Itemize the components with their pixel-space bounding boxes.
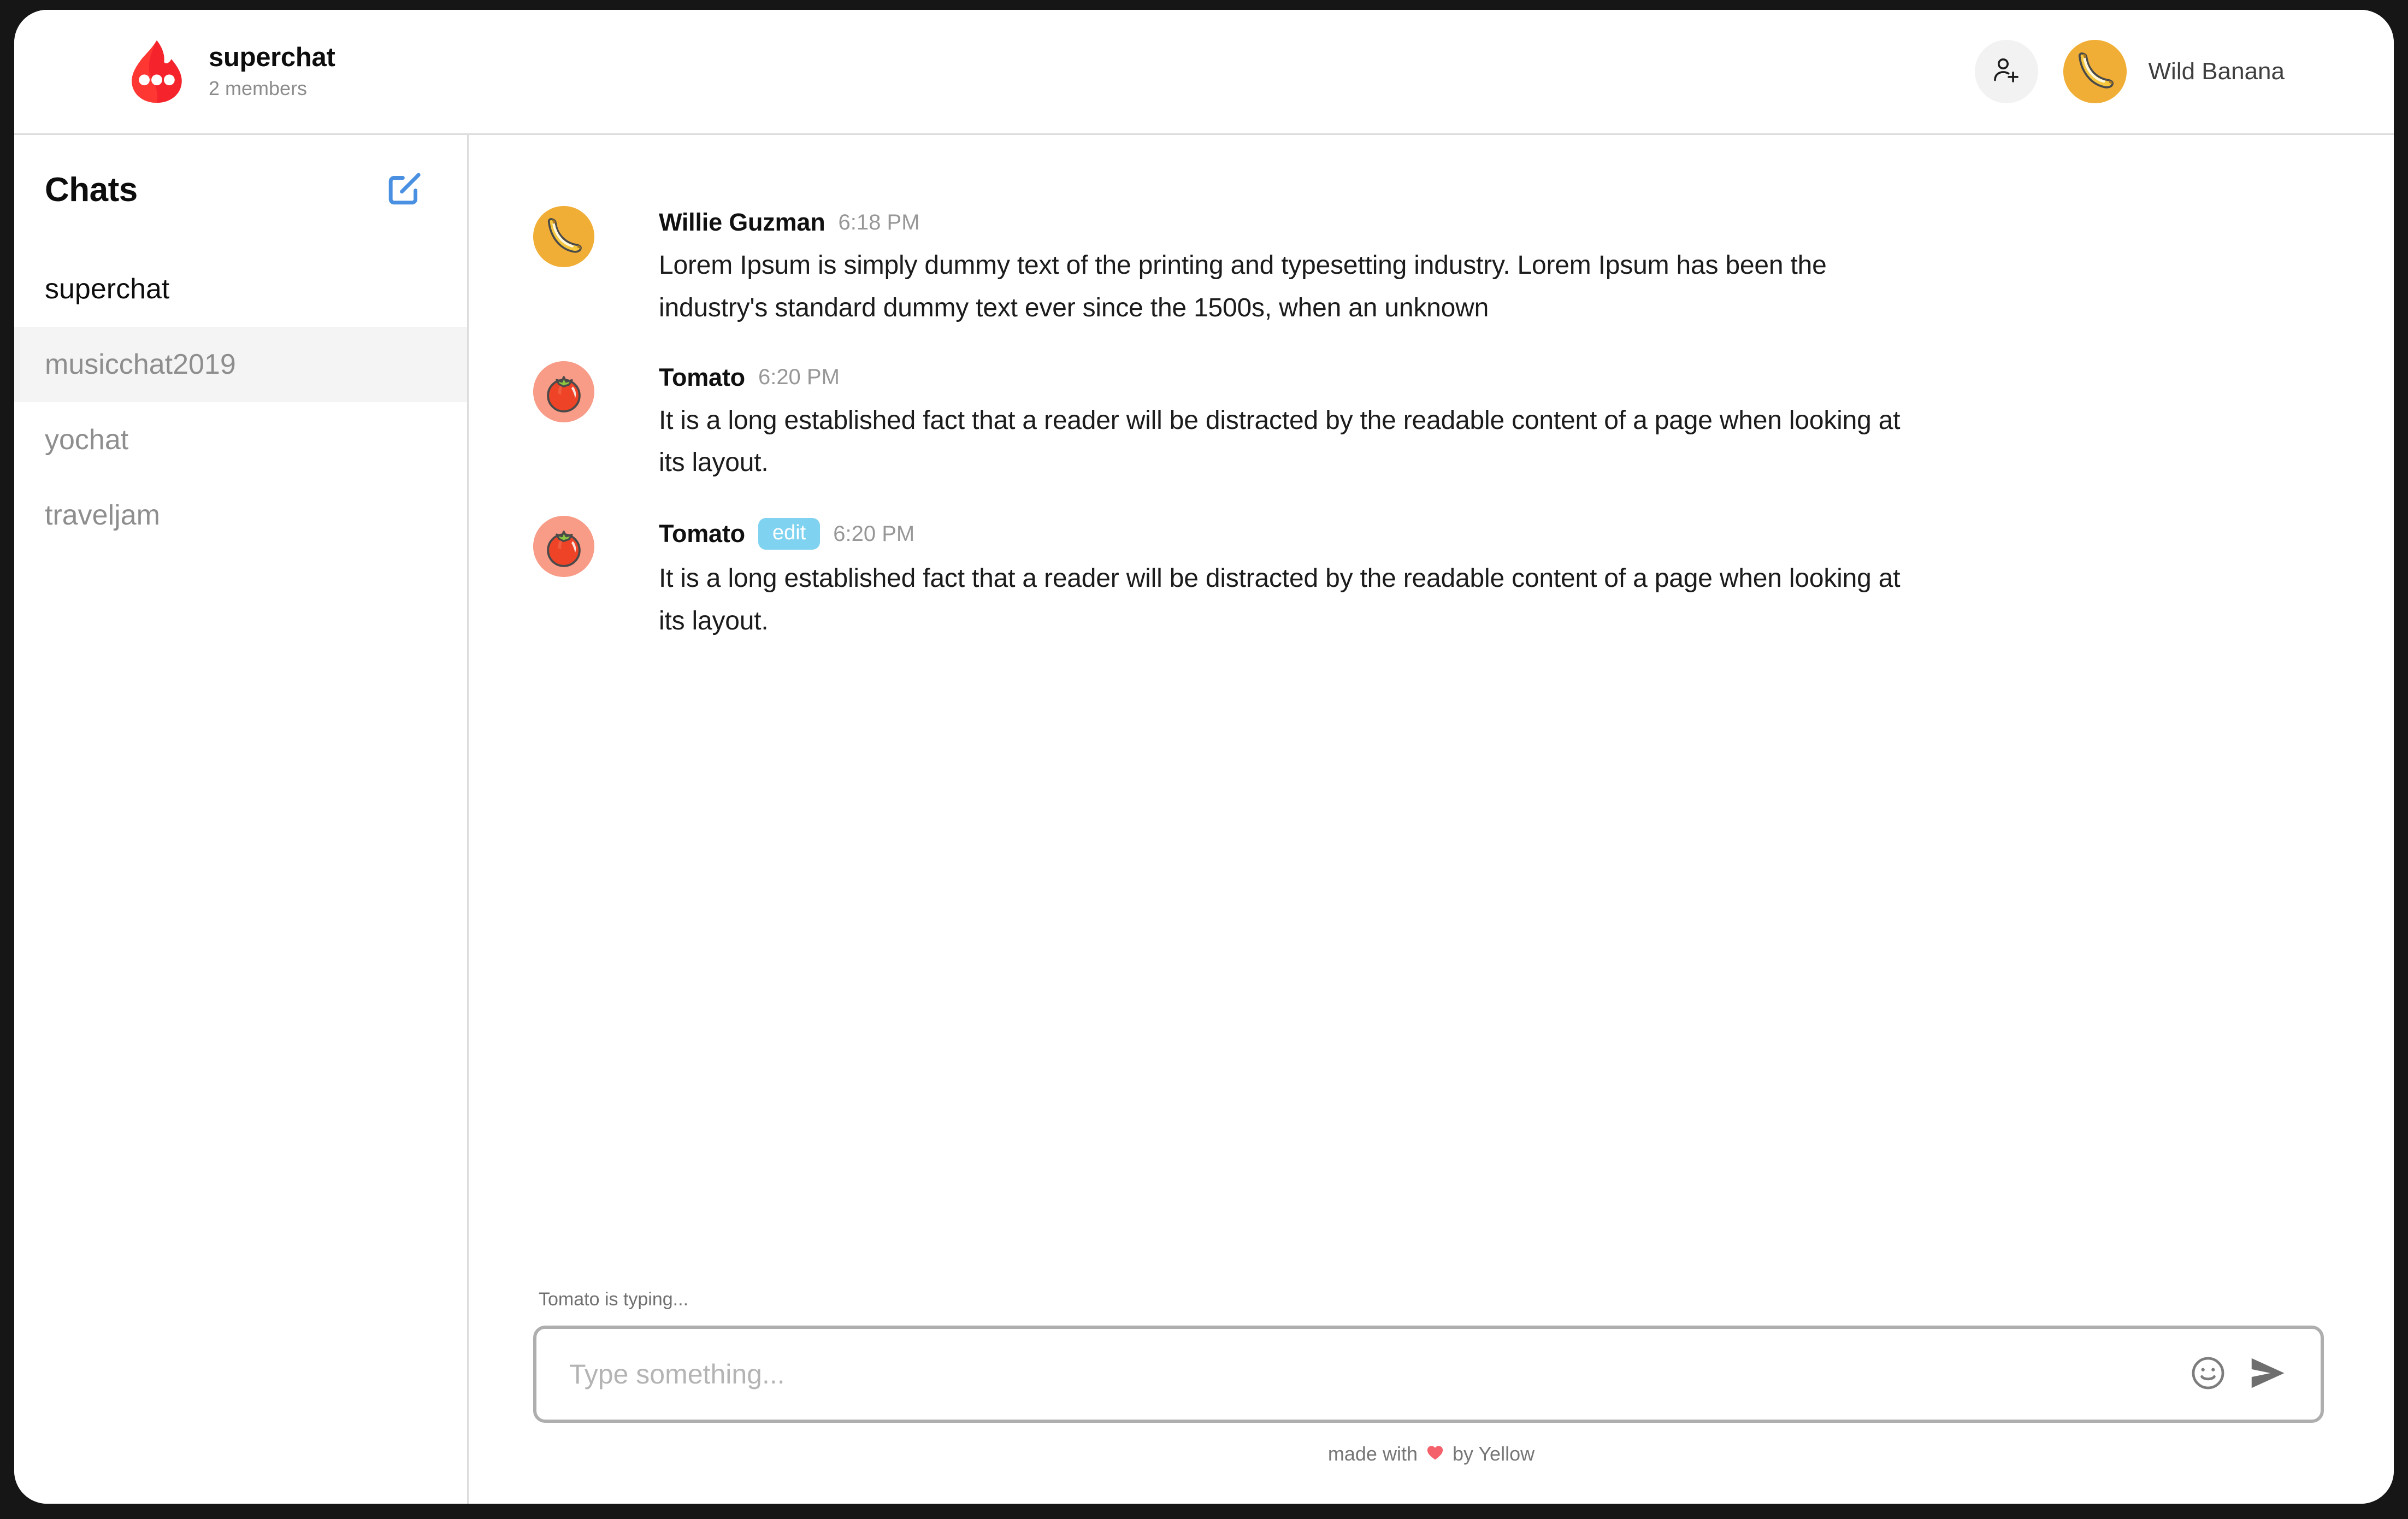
workspace-text: superchat 2 members: [209, 42, 335, 102]
chat-item-label: musicchat2019: [45, 349, 236, 380]
message-item: Tomato 6:20 PM It is a long established …: [469, 361, 2394, 485]
message-body: Tomato 6:20 PM It is a long established …: [616, 361, 2323, 485]
message-list: Willie Guzman 6:18 PM Lorem Ipsum is sim…: [469, 135, 2394, 1289]
message-avatar: [533, 206, 616, 329]
current-user-chip[interactable]: Wild Banana: [2063, 40, 2285, 103]
banana-avatar: [533, 206, 616, 267]
message-avatar: [533, 516, 616, 643]
workspace-brand: superchat 2 members: [123, 38, 335, 105]
chat-item-label: traveljam: [45, 499, 160, 531]
sidebar-item-yochat[interactable]: yochat: [14, 402, 467, 478]
message-author: Willie Guzman: [659, 208, 825, 236]
heart-icon: [1425, 1443, 1445, 1462]
workspace-title: superchat: [209, 42, 335, 72]
composer-box[interactable]: [533, 1326, 2324, 1423]
edit-badge[interactable]: edit: [758, 518, 821, 550]
composer: Tomato is typing...: [469, 1289, 2394, 1423]
app-body: Chats superchat musicchat2019 yochat tra…: [14, 135, 2394, 1504]
message-body: Willie Guzman 6:18 PM Lorem Ipsum is sim…: [616, 206, 2323, 329]
compose-button[interactable]: [385, 169, 424, 211]
send-icon: [2246, 1352, 2289, 1397]
sidebar-header: Chats: [14, 135, 467, 211]
message-author: Tomato: [659, 363, 745, 391]
message-time: 6:18 PM: [838, 210, 920, 234]
message-text: Lorem Ipsum is simply dummy text of the …: [659, 251, 1827, 322]
chat-list: superchat musicchat2019 yochat traveljam: [14, 251, 467, 553]
send-button[interactable]: [2246, 1352, 2289, 1397]
chat-item-label: yochat: [45, 424, 129, 456]
message-item: Willie Guzman 6:18 PM Lorem Ipsum is sim…: [469, 206, 2394, 329]
tomato-avatar: [533, 516, 616, 577]
message-item: Tomato edit 6:20 PM It is a long establi…: [469, 516, 2394, 643]
sidebar-title: Chats: [45, 171, 138, 209]
chats-sidebar: Chats superchat musicchat2019 yochat tra…: [14, 135, 469, 1504]
typing-indicator: Tomato is typing...: [539, 1289, 689, 1310]
message-text: It is a long established fact that a rea…: [659, 405, 1901, 478]
person-add-icon: [1991, 55, 2022, 89]
footer-by: by Yellow: [1452, 1443, 1535, 1465]
current-user-name: Wild Banana: [2148, 58, 2285, 85]
tomato-avatar: [533, 361, 616, 422]
banana-avatar: [2063, 40, 2127, 103]
message-meta: Tomato 6:20 PM: [659, 363, 2323, 392]
app-window: superchat 2 members Wild Banana Chats su…: [14, 10, 2394, 1504]
smiley-icon: [2188, 1353, 2228, 1396]
compose-icon: [385, 169, 424, 211]
workspace-member-count: 2 members: [209, 76, 308, 99]
sidebar-item-musicchat2019[interactable]: musicchat2019: [14, 327, 467, 402]
emoji-button[interactable]: [2188, 1353, 2228, 1396]
message-body: Tomato edit 6:20 PM It is a long establi…: [616, 516, 2323, 643]
app-header: superchat 2 members Wild Banana: [14, 10, 2394, 135]
message-time: 6:20 PM: [758, 365, 840, 389]
message-time: 6:20 PM: [833, 521, 915, 546]
message-avatar: [533, 361, 616, 485]
sidebar-item-superchat[interactable]: superchat: [14, 251, 467, 327]
device-bezel: superchat 2 members Wild Banana Chats su…: [0, 0, 2408, 1519]
header-actions: Wild Banana: [1974, 40, 2285, 103]
sidebar-item-traveljam[interactable]: traveljam: [14, 478, 467, 553]
message-input[interactable]: [569, 1329, 2170, 1420]
flame-logo-icon: [123, 38, 190, 105]
chat-panel: Willie Guzman 6:18 PM Lorem Ipsum is sim…: [469, 135, 2394, 1504]
message-meta: Willie Guzman 6:18 PM: [659, 208, 2323, 237]
message-meta: Tomato edit 6:20 PM: [659, 518, 2323, 550]
message-author: Tomato: [659, 520, 745, 547]
footer-made-with: made with: [1327, 1443, 1418, 1465]
message-text: It is a long established fact that a rea…: [659, 564, 1901, 635]
app-footer: made with by Yellow: [469, 1443, 2394, 1504]
chat-item-label: superchat: [45, 273, 170, 305]
add-member-button[interactable]: [1974, 40, 2038, 103]
